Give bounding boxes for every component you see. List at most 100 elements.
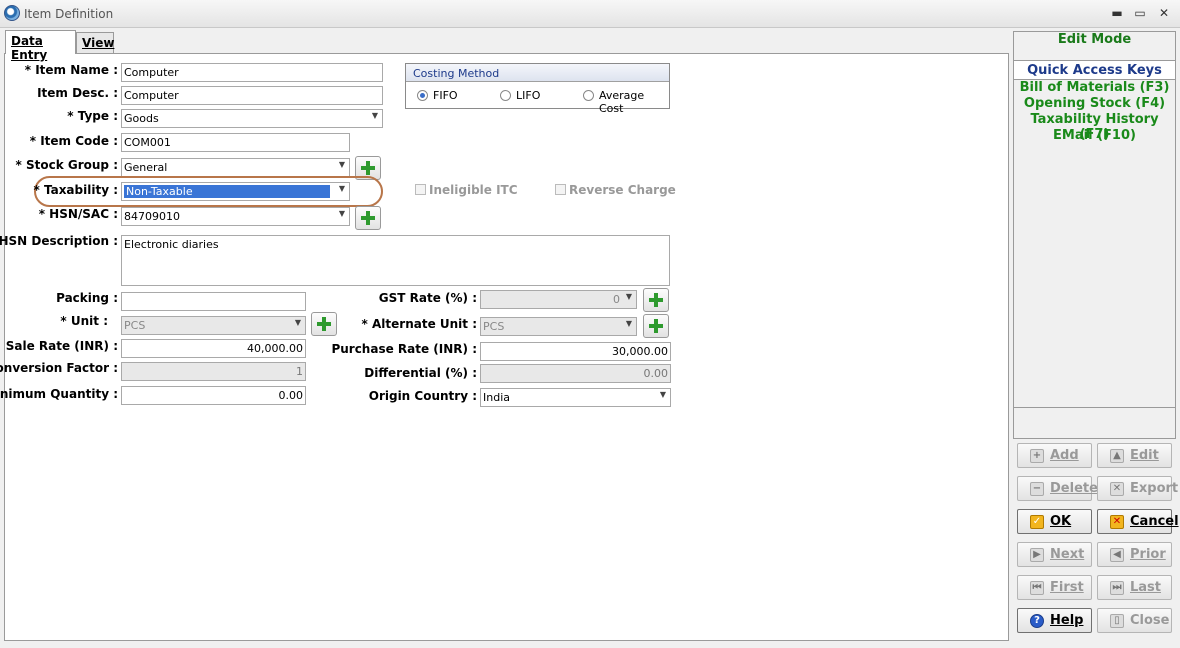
close-icon[interactable]: ✕ (1155, 5, 1173, 21)
cancel-icon: ✕ (1110, 515, 1124, 529)
item-name-field[interactable]: Computer (121, 63, 383, 82)
item-name-label: * Item Name : (24, 63, 118, 77)
side-panel: Edit Mode Quick Access Keys Bill of Mate… (1013, 31, 1176, 439)
minimize-icon[interactable]: ▬ (1108, 5, 1126, 21)
type-label: * Type : (67, 109, 118, 123)
help-icon: ? (1030, 614, 1044, 628)
minimum-quantity-label: Minimum Quantity : (0, 387, 118, 401)
tab-label: Data Entry (11, 34, 48, 62)
unit-label: * Unit : (60, 314, 108, 328)
edit-button[interactable]: ▲ Edit (1097, 443, 1172, 468)
origin-country-select[interactable]: India ▼ (480, 388, 671, 407)
unit-select[interactable]: PCS ▼ (121, 316, 306, 335)
chevron-down-icon[interactable]: ▼ (339, 209, 345, 218)
reverse-charge-checkbox[interactable] (555, 184, 566, 195)
add-unit-button[interactable] (311, 312, 337, 336)
delete-icon: − (1030, 482, 1044, 496)
alternate-unit-value: PCS (483, 320, 505, 333)
quick-key-email[interactable]: EMail (F10) (1014, 128, 1175, 143)
first-button[interactable]: ⏮ First (1017, 575, 1092, 600)
quick-key-bill-of-materials[interactable]: Bill of Materials (F3) (1014, 80, 1175, 95)
costing-method-group: Costing Method FIFO LIFO Average Cost (405, 63, 670, 115)
tab-view[interactable]: View (76, 32, 114, 54)
conversion-factor-label: Conversion Factor : (0, 361, 118, 375)
plus-icon (361, 161, 375, 175)
hsn-description-field[interactable]: Electronic diaries (121, 235, 670, 286)
plus-icon (649, 319, 663, 333)
help-button[interactable]: ? Help (1017, 608, 1092, 633)
last-button[interactable]: ⏭ Last (1097, 575, 1172, 600)
quick-access-title: Quick Access Keys (1014, 60, 1175, 80)
item-code-field[interactable]: COM001 (121, 133, 350, 152)
cancel-button[interactable]: ✕ Cancel (1097, 509, 1179, 534)
next-icon: ▶ (1030, 548, 1044, 562)
hsn-description-label: * HSN Description : (0, 234, 118, 248)
app-icon (4, 5, 20, 21)
tab-data-entry[interactable]: Data Entry (5, 30, 76, 62)
purchase-rate-label: Purchase Rate (INR) : (331, 342, 477, 356)
gst-rate-select[interactable]: 0 ▼ (480, 290, 637, 309)
side-spacer (1013, 407, 1176, 439)
item-desc-label: Item Desc. : (37, 86, 118, 100)
last-label: Last (1130, 580, 1162, 595)
maximize-icon[interactable]: ▭ (1131, 5, 1149, 21)
prior-button[interactable]: ◀ Prior (1097, 542, 1172, 567)
chevron-down-icon[interactable]: ▼ (626, 319, 632, 328)
next-button[interactable]: ▶ Next (1017, 542, 1092, 567)
taxability-label: * Taxability : (33, 183, 119, 197)
item-desc-field[interactable]: Computer (121, 86, 383, 105)
reverse-charge-label: Reverse Charge (569, 183, 676, 197)
packing-field[interactable] (121, 292, 306, 311)
mode-indicator: Edit Mode (1057, 32, 1132, 47)
alternate-unit-label: * Alternate Unit : (361, 317, 477, 331)
ineligible-itc-checkbox[interactable] (415, 184, 426, 195)
edit-label: Edit (1130, 448, 1159, 463)
first-icon: ⏮ (1030, 581, 1044, 595)
conversion-factor-field[interactable]: 1 (121, 362, 306, 381)
lifo-radio[interactable] (500, 90, 511, 101)
lifo-label: LIFO (516, 89, 541, 102)
prior-icon: ◀ (1110, 548, 1124, 562)
chevron-down-icon[interactable]: ▼ (626, 292, 632, 301)
next-label: Next (1050, 547, 1085, 562)
chevron-down-icon[interactable]: ▼ (295, 318, 301, 327)
type-value: Goods (124, 112, 159, 125)
add-hsn-button[interactable] (355, 206, 381, 230)
stock-group-label: * Stock Group : (15, 158, 118, 172)
delete-label: Delete (1050, 481, 1098, 496)
differential-field[interactable]: 0.00 (480, 364, 671, 383)
stock-group-value: General (124, 161, 168, 174)
unit-value: PCS (124, 319, 146, 332)
alternate-unit-select[interactable]: PCS ▼ (480, 317, 637, 336)
close-button[interactable]: ▯ Close (1097, 608, 1172, 633)
delete-button[interactable]: − Delete (1017, 476, 1098, 501)
fifo-radio[interactable] (417, 90, 428, 101)
item-code-label: * Item Code : (29, 134, 118, 148)
check-icon: ✓ (1030, 515, 1044, 529)
gst-rate-value: 0 (613, 293, 620, 306)
stock-group-select[interactable]: General ▼ (121, 158, 350, 177)
chevron-down-icon[interactable]: ▼ (660, 390, 666, 399)
purchase-rate-field[interactable]: 30,000.00 (480, 342, 671, 361)
plus-icon (317, 317, 331, 331)
chevron-down-icon[interactable]: ▼ (372, 111, 378, 120)
chevron-down-icon[interactable]: ▼ (339, 160, 345, 169)
quick-key-opening-stock[interactable]: Opening Stock (F4) (1014, 96, 1175, 111)
taxability-select[interactable]: Non-Taxable ▼ (121, 182, 350, 201)
add-button[interactable]: + Add (1017, 443, 1092, 468)
type-select[interactable]: Goods ▼ (121, 109, 383, 128)
fifo-label: FIFO (433, 89, 458, 102)
add-gst-rate-button[interactable] (643, 288, 669, 312)
sale-rate-field[interactable]: 40,000.00 (121, 339, 306, 358)
add-alternate-unit-button[interactable] (643, 314, 669, 338)
average-cost-radio[interactable] (583, 90, 594, 101)
window-title-bar: Item Definition ▬ ▭ ✕ (0, 0, 1180, 28)
export-button[interactable]: ✕ Export (1097, 476, 1178, 501)
cancel-label: Cancel (1130, 514, 1179, 529)
hsn-sac-select[interactable]: 84709010 ▼ (121, 207, 350, 226)
help-label: Help (1050, 613, 1084, 628)
minimum-quantity-field[interactable]: 0.00 (121, 386, 306, 405)
close-label: Close (1130, 613, 1170, 628)
chevron-down-icon[interactable]: ▼ (339, 184, 345, 193)
ok-button[interactable]: ✓ OK (1017, 509, 1092, 534)
